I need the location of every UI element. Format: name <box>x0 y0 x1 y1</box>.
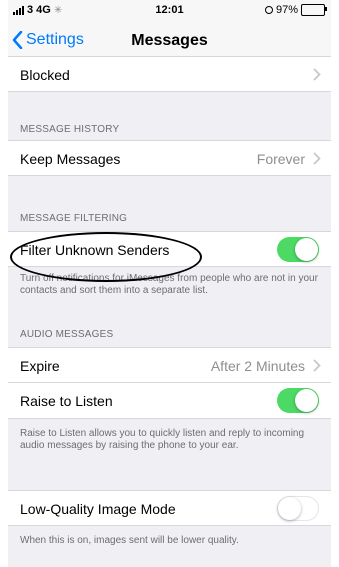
section-header-audio-messages: AUDIO MESSAGES <box>20 329 114 340</box>
keep-messages-label: Keep Messages <box>20 151 121 167</box>
expire-label: Expire <box>20 358 60 374</box>
blocked-label: Blocked <box>20 67 70 83</box>
battery-icon <box>301 4 327 16</box>
section-header-message-history: MESSAGE HISTORY <box>20 124 120 135</box>
toggle-knob <box>278 497 301 520</box>
blocked-row[interactable]: Blocked <box>8 56 331 92</box>
filter-unknown-senders-row: Filter Unknown Senders <box>8 231 331 267</box>
section-header-message-filtering: MESSAGE FILTERING <box>20 213 128 224</box>
filter-unknown-senders-label: Filter Unknown Senders <box>20 242 170 258</box>
low-quality-image-mode-row: Low-Quality Image Mode <box>8 490 331 526</box>
phone-screen: 3 4G ✳ 12:01 97% Settings Messages Block… <box>8 0 331 567</box>
low-quality-image-mode-label: Low-Quality Image Mode <box>20 501 176 517</box>
status-right: 97% <box>264 4 327 16</box>
chevron-right-icon <box>313 359 321 372</box>
keep-messages-row[interactable]: Keep Messages Forever <box>8 140 331 176</box>
expire-row[interactable]: Expire After 2 Minutes <box>8 347 331 383</box>
raise-to-listen-label: Raise to Listen <box>20 393 113 409</box>
toggle-knob <box>295 238 318 261</box>
rotation-lock-icon <box>264 6 273 14</box>
raise-footer-text: Raise to Listen allows you to quickly li… <box>20 428 305 451</box>
filter-unknown-senders-toggle[interactable] <box>277 237 319 262</box>
low-quality-image-mode-toggle[interactable] <box>277 496 319 521</box>
chevron-right-icon <box>313 68 321 81</box>
raise-to-listen-row: Raise to Listen <box>8 383 331 419</box>
battery-percent: 97% <box>275 4 298 16</box>
expire-value: After 2 Minutes <box>210 358 305 374</box>
filter-footer-text: Turn off notifications for iMessages fro… <box>20 273 318 296</box>
page-title: Messages <box>131 32 208 49</box>
low-quality-footer-text: When this is on, images sent will be low… <box>20 535 239 546</box>
status-bar: 3 4G ✳ 12:01 97% <box>8 0 331 20</box>
raise-to-listen-toggle[interactable] <box>277 388 319 413</box>
toggle-knob <box>295 389 318 412</box>
keep-messages-value: Forever <box>256 151 305 167</box>
chevron-right-icon <box>313 152 321 165</box>
